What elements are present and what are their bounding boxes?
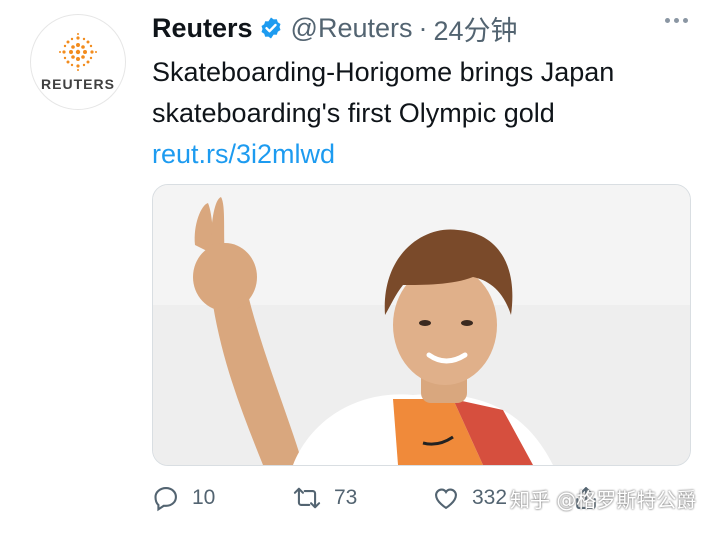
like-count: 332 <box>472 486 508 509</box>
separator-dot: · <box>418 12 428 43</box>
retweet-icon <box>293 487 321 509</box>
more-options-icon[interactable] <box>665 18 688 23</box>
photo-illustration <box>153 185 690 465</box>
reuters-logo-icon <box>59 33 97 71</box>
tweet-text: Skateboarding-Horigome brings Japan skat… <box>152 52 692 175</box>
avatar-brand-text: REUTERS <box>41 76 115 92</box>
reply-icon <box>154 487 177 512</box>
tweet-body: Skateboarding-Horigome brings Japan skat… <box>152 57 615 128</box>
zhihu-watermark: 知乎 @格罗斯特公爵 <box>510 488 697 512</box>
tweet-link[interactable]: reut.rs/3i2mlwd <box>152 139 335 169</box>
tweet-media-photo[interactable] <box>152 184 691 466</box>
timestamp[interactable]: 24分钟 <box>434 9 518 48</box>
reuters-avatar[interactable]: REUTERS <box>30 14 126 110</box>
author-handle[interactable]: @Reuters <box>291 13 413 44</box>
retweet-count: 73 <box>334 486 358 509</box>
verified-badge-icon <box>259 16 283 40</box>
retweet-button[interactable]: 73 <box>292 484 432 512</box>
author-name[interactable]: Reuters <box>152 13 253 44</box>
heart-icon <box>435 488 457 510</box>
reply-count: 10 <box>192 486 216 509</box>
tweet-header: Reuters @Reuters · 24分钟 <box>152 10 700 46</box>
reply-button[interactable]: 10 <box>152 484 292 512</box>
